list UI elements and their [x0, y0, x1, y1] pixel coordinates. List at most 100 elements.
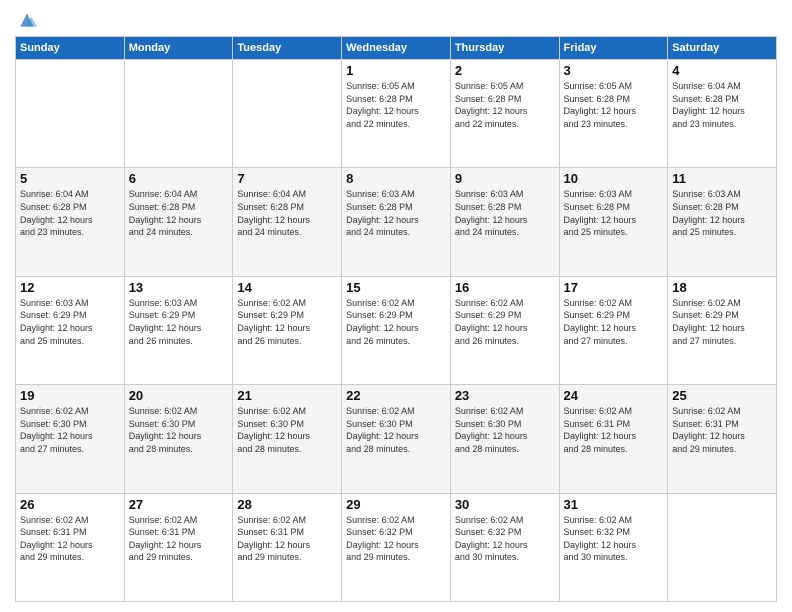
- day-number: 5: [20, 171, 120, 186]
- day-number: 31: [564, 497, 664, 512]
- day-info: Sunrise: 6:02 AM Sunset: 6:32 PM Dayligh…: [346, 514, 446, 564]
- day-number: 19: [20, 388, 120, 403]
- day-number: 25: [672, 388, 772, 403]
- calendar-week-row: 26 Sunrise: 6:02 AM Sunset: 6:31 PM Dayli…: [16, 493, 777, 601]
- calendar-cell: 28Sunrise: 6:02 AM Sunset: 6:31 PM Dayli…: [233, 493, 342, 601]
- weekday-header-monday: Monday: [124, 37, 233, 60]
- calendar-cell: 9 Sunrise: 6:03 AM Sunset: 6:28 PM Daylig…: [450, 168, 559, 276]
- day-number: 24: [564, 388, 664, 403]
- day-info: Sunrise: 6:02 AM Sunset: 6:31 PM Dayligh…: [20, 514, 120, 564]
- calendar-cell: 14Sunrise: 6:02 AM Sunset: 6:29 PM Dayli…: [233, 276, 342, 384]
- page: SundayMondayTuesdayWednesdayThursdayFrid…: [0, 0, 792, 612]
- day-info: Sunrise: 6:02 AM Sunset: 6:32 PM Dayligh…: [564, 514, 664, 564]
- day-info: Sunrise: 6:02 AM Sunset: 6:29 PM Dayligh…: [346, 297, 446, 347]
- calendar-cell: [124, 60, 233, 168]
- calendar-cell: 11 Sunrise: 6:03 AM Sunset: 6:28 PM Dayli…: [668, 168, 777, 276]
- day-number: 26: [20, 497, 120, 512]
- weekday-header-sunday: Sunday: [16, 37, 125, 60]
- calendar-cell: 15 Sunrise: 6:02 AM Sunset: 6:29 PM Dayli…: [342, 276, 451, 384]
- calendar-cell: 3Sunrise: 6:05 AM Sunset: 6:28 PM Daylig…: [559, 60, 668, 168]
- calendar-cell: 2Sunrise: 6:05 AM Sunset: 6:28 PM Daylig…: [450, 60, 559, 168]
- calendar-cell: 27Sunrise: 6:02 AM Sunset: 6:31 PM Dayli…: [124, 493, 233, 601]
- calendar-cell: 21 Sunrise: 6:02 AM Sunset: 6:30 PM Dayli…: [233, 385, 342, 493]
- day-info: Sunrise: 6:02 AM Sunset: 6:29 PM Dayligh…: [564, 297, 664, 347]
- day-number: 22: [346, 388, 446, 403]
- day-info: Sunrise: 6:02 AM Sunset: 6:30 PM Dayligh…: [129, 405, 229, 455]
- calendar-table: SundayMondayTuesdayWednesdayThursdayFrid…: [15, 36, 777, 602]
- calendar-cell: [233, 60, 342, 168]
- day-info: Sunrise: 6:02 AM Sunset: 6:30 PM Dayligh…: [237, 405, 337, 455]
- calendar-cell: 12 Sunrise: 6:03 AM Sunset: 6:29 PM Dayli…: [16, 276, 125, 384]
- day-number: 20: [129, 388, 229, 403]
- calendar-cell: 8 Sunrise: 6:03 AM Sunset: 6:28 PM Daylig…: [342, 168, 451, 276]
- weekday-header-friday: Friday: [559, 37, 668, 60]
- day-number: 23: [455, 388, 555, 403]
- day-info: Sunrise: 6:03 AM Sunset: 6:29 PM Dayligh…: [129, 297, 229, 347]
- day-number: 30: [455, 497, 555, 512]
- calendar-cell: 30Sunrise: 6:02 AM Sunset: 6:32 PM Dayli…: [450, 493, 559, 601]
- calendar-cell: 20 Sunrise: 6:02 AM Sunset: 6:30 PM Dayli…: [124, 385, 233, 493]
- calendar-cell: 1 Sunrise: 6:05 AM Sunset: 6:28 PM Daylig…: [342, 60, 451, 168]
- day-info: Sunrise: 6:04 AM Sunset: 6:28 PM Dayligh…: [672, 80, 772, 130]
- day-number: 1: [346, 63, 446, 78]
- day-number: 15: [346, 280, 446, 295]
- day-number: 13: [129, 280, 229, 295]
- day-info: Sunrise: 6:03 AM Sunset: 6:29 PM Dayligh…: [20, 297, 120, 347]
- day-info: Sunrise: 6:02 AM Sunset: 6:29 PM Dayligh…: [455, 297, 555, 347]
- calendar-cell: 29 Sunrise: 6:02 AM Sunset: 6:32 PM Dayli…: [342, 493, 451, 601]
- day-number: 12: [20, 280, 120, 295]
- calendar-cell: 10Sunrise: 6:03 AM Sunset: 6:28 PM Dayli…: [559, 168, 668, 276]
- day-number: 27: [129, 497, 229, 512]
- day-info: Sunrise: 6:02 AM Sunset: 6:30 PM Dayligh…: [346, 405, 446, 455]
- calendar-cell: 7 Sunrise: 6:04 AM Sunset: 6:28 PM Daylig…: [233, 168, 342, 276]
- calendar-week-row: 1 Sunrise: 6:05 AM Sunset: 6:28 PM Daylig…: [16, 60, 777, 168]
- weekday-header-tuesday: Tuesday: [233, 37, 342, 60]
- weekday-header-thursday: Thursday: [450, 37, 559, 60]
- calendar-cell: 4 Sunrise: 6:04 AM Sunset: 6:28 PM Daylig…: [668, 60, 777, 168]
- day-number: 9: [455, 171, 555, 186]
- calendar-cell: 5 Sunrise: 6:04 AM Sunset: 6:28 PM Daylig…: [16, 168, 125, 276]
- day-info: Sunrise: 6:02 AM Sunset: 6:30 PM Dayligh…: [455, 405, 555, 455]
- calendar-cell: [16, 60, 125, 168]
- logo-icon: [17, 10, 37, 30]
- day-info: Sunrise: 6:02 AM Sunset: 6:31 PM Dayligh…: [564, 405, 664, 455]
- calendar-cell: 31 Sunrise: 6:02 AM Sunset: 6:32 PM Dayli…: [559, 493, 668, 601]
- day-info: Sunrise: 6:05 AM Sunset: 6:28 PM Dayligh…: [346, 80, 446, 130]
- calendar-week-row: 19 Sunrise: 6:02 AM Sunset: 6:30 PM Dayli…: [16, 385, 777, 493]
- calendar-cell: 17Sunrise: 6:02 AM Sunset: 6:29 PM Dayli…: [559, 276, 668, 384]
- day-info: Sunrise: 6:04 AM Sunset: 6:28 PM Dayligh…: [237, 188, 337, 238]
- day-info: Sunrise: 6:03 AM Sunset: 6:28 PM Dayligh…: [564, 188, 664, 238]
- day-info: Sunrise: 6:02 AM Sunset: 6:31 PM Dayligh…: [672, 405, 772, 455]
- day-number: 2: [455, 63, 555, 78]
- calendar-cell: 23 Sunrise: 6:02 AM Sunset: 6:30 PM Dayli…: [450, 385, 559, 493]
- day-number: 21: [237, 388, 337, 403]
- calendar-cell: 13 Sunrise: 6:03 AM Sunset: 6:29 PM Dayli…: [124, 276, 233, 384]
- calendar-cell: 19 Sunrise: 6:02 AM Sunset: 6:30 PM Dayli…: [16, 385, 125, 493]
- day-info: Sunrise: 6:04 AM Sunset: 6:28 PM Dayligh…: [129, 188, 229, 238]
- calendar-cell: 6 Sunrise: 6:04 AM Sunset: 6:28 PM Daylig…: [124, 168, 233, 276]
- day-info: Sunrise: 6:03 AM Sunset: 6:28 PM Dayligh…: [672, 188, 772, 238]
- day-number: 28: [237, 497, 337, 512]
- calendar-week-row: 12 Sunrise: 6:03 AM Sunset: 6:29 PM Dayli…: [16, 276, 777, 384]
- day-number: 3: [564, 63, 664, 78]
- day-info: Sunrise: 6:03 AM Sunset: 6:28 PM Dayligh…: [455, 188, 555, 238]
- day-number: 8: [346, 171, 446, 186]
- day-info: Sunrise: 6:02 AM Sunset: 6:30 PM Dayligh…: [20, 405, 120, 455]
- day-number: 4: [672, 63, 772, 78]
- calendar-cell: 26 Sunrise: 6:02 AM Sunset: 6:31 PM Dayli…: [16, 493, 125, 601]
- calendar-cell: 18Sunrise: 6:02 AM Sunset: 6:29 PM Dayli…: [668, 276, 777, 384]
- header: [15, 10, 777, 30]
- day-number: 14: [237, 280, 337, 295]
- day-info: Sunrise: 6:04 AM Sunset: 6:28 PM Dayligh…: [20, 188, 120, 238]
- day-number: 7: [237, 171, 337, 186]
- calendar-cell: 22 Sunrise: 6:02 AM Sunset: 6:30 PM Dayli…: [342, 385, 451, 493]
- weekday-header-wednesday: Wednesday: [342, 37, 451, 60]
- calendar-week-row: 5 Sunrise: 6:04 AM Sunset: 6:28 PM Daylig…: [16, 168, 777, 276]
- calendar-cell: [668, 493, 777, 601]
- calendar-cell: 24 Sunrise: 6:02 AM Sunset: 6:31 PM Dayli…: [559, 385, 668, 493]
- day-number: 16: [455, 280, 555, 295]
- day-number: 29: [346, 497, 446, 512]
- day-info: Sunrise: 6:03 AM Sunset: 6:28 PM Dayligh…: [346, 188, 446, 238]
- day-number: 6: [129, 171, 229, 186]
- day-number: 11: [672, 171, 772, 186]
